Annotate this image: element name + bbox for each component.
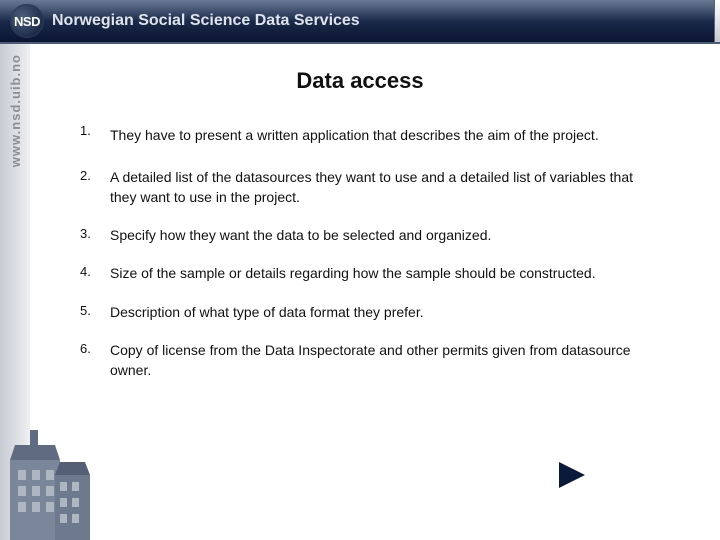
list-item: 2. A detailed list of the datasources th…	[80, 167, 660, 208]
list-text: They have to present a written applicati…	[110, 122, 660, 149]
next-arrow-icon[interactable]	[559, 462, 585, 488]
list-item: 4. Size of the sample or details regardi…	[80, 263, 660, 283]
list-text: Copy of license from the Data Inspectora…	[110, 340, 660, 381]
nsd-logo-icon: NSD	[10, 4, 44, 38]
numbered-list: 1. They have to present a written applic…	[80, 122, 660, 381]
list-text: Description of what type of data format …	[110, 302, 660, 322]
list-number: 3.	[80, 225, 110, 245]
website-url: www.nsd.uib.no	[8, 54, 23, 167]
list-text: Size of the sample or details regarding …	[110, 263, 660, 283]
slide-title: Data access	[0, 68, 720, 94]
list-item: 6. Copy of license from the Data Inspect…	[80, 340, 660, 381]
header-right-cap	[714, 0, 720, 42]
list-number: 2.	[80, 167, 110, 208]
list-number: 4.	[80, 263, 110, 283]
list-item: 1. They have to present a written applic…	[80, 122, 660, 149]
list-item: 3. Specify how they want the data to be …	[80, 225, 660, 245]
logo: NSD Norwegian Social Science Data Servic…	[10, 4, 360, 38]
org-name: Norwegian Social Science Data Services	[52, 12, 360, 30]
building-illustration-icon	[0, 420, 110, 540]
list-text: A detailed list of the datasources they …	[110, 167, 660, 208]
list-number: 5.	[80, 302, 110, 322]
list-number: 1.	[80, 122, 110, 149]
header-bar: NSD Norwegian Social Science Data Servic…	[0, 0, 720, 42]
list-text: Specify how they want the data to be sel…	[110, 225, 660, 245]
list-number: 6.	[80, 340, 110, 381]
list-item: 5. Description of what type of data form…	[80, 302, 660, 322]
